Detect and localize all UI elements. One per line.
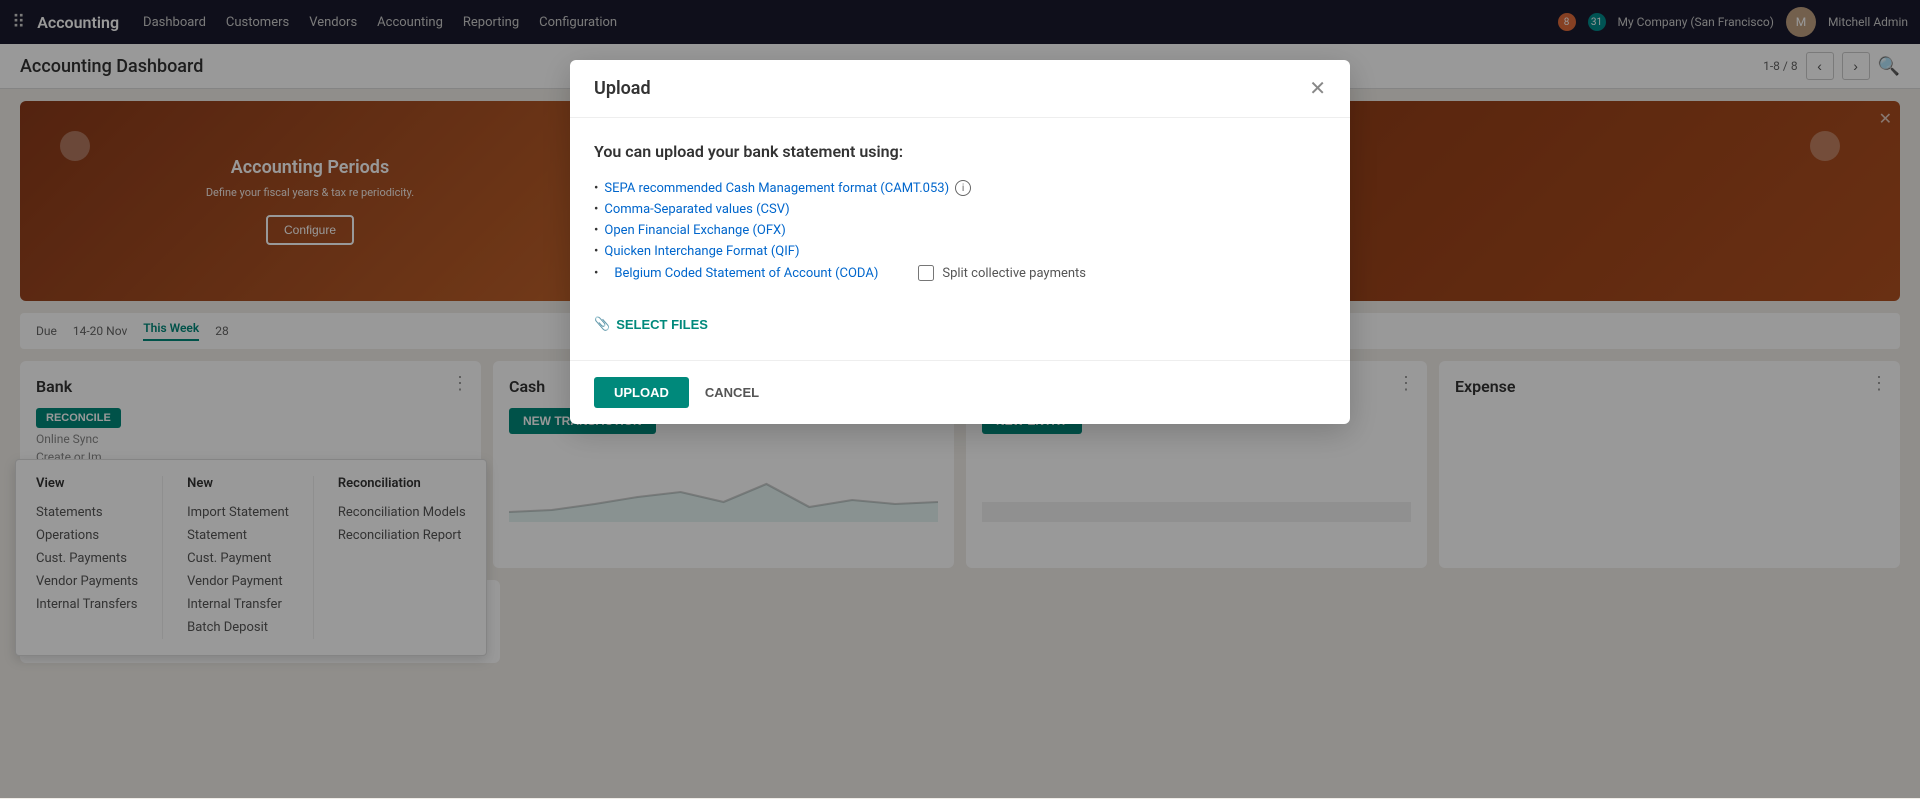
modal-body: You can upload your bank statement using… xyxy=(570,118,1350,360)
split-collective-label: Split collective payments xyxy=(942,266,1086,281)
modal-title: Upload xyxy=(594,89,651,99)
format-csv: Comma-Separated values (CSV) xyxy=(594,199,1326,220)
modal-formats-list: SEPA recommended Cash Management format … xyxy=(594,177,1326,284)
info-icon[interactable]: i xyxy=(955,180,971,196)
format-ofx: Open Financial Exchange (OFX) xyxy=(594,220,1326,241)
format-qif: Quicken Interchange Format (QIF) xyxy=(594,241,1326,262)
main-content: ✕ Accounting Periods Define your fiscal … xyxy=(0,89,1920,799)
format-sepa: SEPA recommended Cash Management format … xyxy=(594,177,1326,199)
split-collective-row: Split collective payments xyxy=(918,265,1086,281)
modal-footer: UPLOAD CANCEL xyxy=(570,360,1350,424)
modal-header: Upload ✕ xyxy=(570,89,1350,118)
split-collective-checkbox[interactable] xyxy=(918,265,934,281)
modal-close-button[interactable]: ✕ xyxy=(1309,89,1326,101)
cancel-button[interactable]: CANCEL xyxy=(701,377,763,408)
format-coda: Belgium Coded Statement of Account (CODA… xyxy=(594,262,1326,284)
upload-button[interactable]: UPLOAD xyxy=(594,377,689,408)
select-files-button[interactable]: 📎 SELECT FILES xyxy=(594,312,708,336)
paperclip-icon: 📎 xyxy=(594,316,610,332)
modal-backdrop: Upload ✕ You can upload your bank statem… xyxy=(0,89,1920,798)
upload-modal: Upload ✕ You can upload your bank statem… xyxy=(570,89,1350,424)
modal-intro-text: You can upload your bank statement using… xyxy=(594,142,1326,161)
